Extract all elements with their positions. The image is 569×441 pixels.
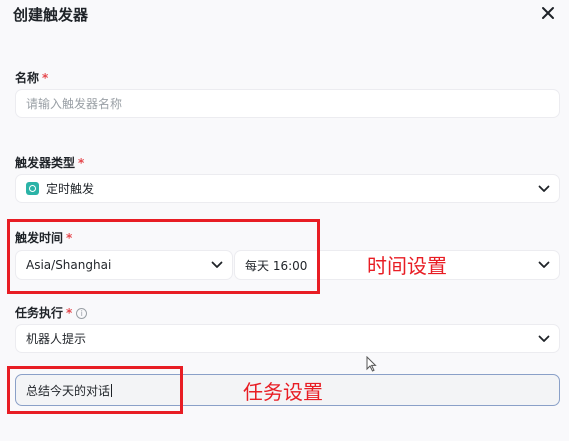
dialog-title: 创建触发器 (13, 6, 89, 24)
required-mark: * (66, 306, 73, 320)
task-execution-label: 任务执行 * i (15, 304, 88, 321)
clock-icon (26, 182, 39, 195)
chevron-down-icon (538, 261, 550, 269)
mouse-cursor-icon (366, 355, 378, 372)
task-action-select[interactable]: 机器人提示 (15, 324, 560, 353)
chevron-down-icon (538, 185, 550, 193)
trigger-type-select[interactable]: 定时触发 (15, 174, 560, 203)
task-execution-label-text: 任务执行 (15, 306, 64, 320)
info-icon[interactable]: i (76, 308, 88, 319)
required-mark: * (78, 156, 85, 170)
close-icon[interactable] (539, 4, 557, 22)
time-annotation-box (7, 219, 320, 294)
name-input-placeholder: 请输入触发器名称 (26, 97, 123, 111)
name-input[interactable]: 请输入触发器名称 (15, 89, 560, 118)
trigger-type-value: 定时触发 (46, 182, 95, 196)
trigger-type-label: 触发器类型 * (15, 154, 84, 171)
time-annotation-label: 时间设置 (367, 254, 447, 278)
name-label: 名称 * (15, 69, 48, 86)
chevron-down-icon (538, 335, 550, 343)
task-annotation-label: 任务设置 (243, 380, 323, 404)
name-label-text: 名称 (15, 71, 40, 85)
required-mark: * (42, 71, 49, 85)
task-action-value: 机器人提示 (26, 332, 87, 346)
task-annotation-box (7, 366, 183, 414)
create-trigger-dialog: 创建触发器 名称 * 请输入触发器名称 触发器类型 * 定时触发 触发时间 * Asi… (0, 0, 569, 441)
trigger-type-label-text: 触发器类型 (15, 156, 76, 170)
